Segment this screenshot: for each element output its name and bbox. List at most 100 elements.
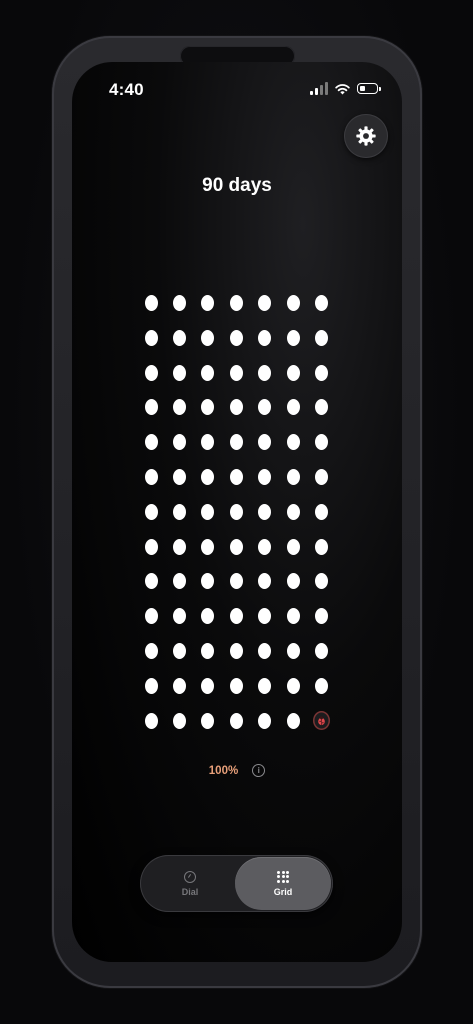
day-dot — [251, 712, 279, 748]
view-toggle: Dial Grid — [140, 855, 333, 912]
day-dot — [251, 364, 279, 400]
day-dot — [251, 503, 279, 539]
day-dot — [137, 434, 165, 469]
progress-percent: 100% — [208, 764, 239, 777]
day-dot-fill — [315, 434, 329, 451]
dial-icon — [184, 870, 196, 883]
day-dot-fill — [286, 573, 300, 590]
day-dot-fill — [173, 642, 187, 659]
day-dot-fill — [201, 364, 215, 381]
day-dot — [222, 364, 250, 400]
day-dot — [222, 434, 250, 469]
day-dot — [222, 712, 250, 748]
day-dot-fill — [315, 608, 329, 625]
day-dot-fill — [286, 538, 300, 555]
day-dot — [251, 608, 279, 643]
day-dot-fill — [144, 642, 158, 659]
day-dot-fill — [201, 399, 215, 416]
grid-icon — [277, 870, 289, 883]
day-dot-fill — [258, 538, 272, 555]
day-dot-fill — [229, 538, 243, 555]
day-dot — [137, 295, 165, 330]
day-dot-fill — [144, 399, 158, 416]
day-dot-fill — [286, 712, 300, 729]
day-dot — [137, 538, 165, 574]
battery-level — [359, 85, 365, 91]
day-dot-fill — [144, 573, 158, 590]
day-dot-fill — [315, 677, 329, 694]
settings-button[interactable] — [344, 114, 388, 158]
day-dot — [137, 329, 165, 365]
day-dot-fill — [173, 538, 187, 555]
day-dot-fill — [144, 434, 158, 451]
day-dot-fill — [201, 608, 215, 625]
day-dot — [307, 399, 335, 434]
day-dot — [137, 677, 165, 713]
day-dot — [251, 468, 279, 504]
day-dot — [222, 503, 250, 539]
day-dot — [137, 364, 165, 400]
wifi-icon — [335, 83, 350, 94]
day-dot — [307, 538, 335, 574]
day-dot — [222, 329, 250, 365]
day-dot — [165, 538, 193, 574]
day-dot — [137, 712, 165, 748]
day-dot-fill — [229, 399, 243, 416]
day-dot — [165, 329, 193, 365]
status-icons — [310, 82, 381, 95]
info-icon[interactable]: i — [252, 764, 266, 777]
day-dot — [279, 468, 307, 504]
day-dot-fill — [286, 608, 300, 625]
day-dot-fill — [144, 468, 158, 485]
day-dot-fill — [144, 712, 158, 729]
day-dot-fill — [229, 468, 243, 485]
day-dot — [279, 712, 307, 748]
day-dot-fill — [258, 712, 272, 729]
day-dot — [279, 399, 307, 434]
day-dot — [165, 434, 193, 469]
day-dot-fill — [173, 573, 187, 590]
day-dot — [165, 468, 193, 504]
status-time: 4:40 — [109, 80, 144, 99]
day-dot — [279, 364, 307, 400]
day-dot-fill — [229, 712, 243, 729]
day-dot — [222, 677, 250, 713]
day-dot-fill — [144, 677, 158, 694]
day-dot-fill — [258, 295, 272, 311]
dial-view-button[interactable]: Dial — [142, 857, 238, 910]
grid-view-button[interactable]: Grid — [235, 857, 331, 910]
day-dot — [279, 538, 307, 574]
day-dot — [194, 677, 222, 713]
day-dot — [307, 573, 335, 608]
day-dot-fill — [258, 329, 272, 346]
day-dot — [251, 434, 279, 469]
day-dot-fill — [173, 608, 187, 625]
day-dot-fill — [315, 503, 329, 520]
day-dot — [194, 295, 222, 330]
day-dot-fill — [315, 364, 329, 381]
day-dot-fill — [286, 468, 300, 485]
day-dot-fill — [201, 642, 215, 659]
day-dot — [194, 712, 222, 748]
day-dot-fill — [173, 295, 187, 311]
day-dot-fill — [201, 538, 215, 555]
day-dot-fill — [258, 364, 272, 381]
day-dot — [307, 295, 335, 330]
day-dot — [251, 677, 279, 713]
day-dot — [165, 573, 193, 608]
day-dot — [307, 364, 335, 400]
day-dot-fill — [173, 503, 187, 520]
day-dot — [307, 468, 335, 504]
day-dot — [165, 399, 193, 434]
day-dot-fill — [201, 503, 215, 520]
day-dot-fill — [201, 573, 215, 590]
day-dot-fill — [315, 399, 329, 416]
day-dot — [194, 399, 222, 434]
day-dot — [222, 538, 250, 574]
day-dot — [307, 434, 335, 469]
day-dot — [165, 642, 193, 678]
day-dot-fill — [258, 503, 272, 520]
day-dot-fill — [286, 295, 300, 311]
day-dot — [279, 434, 307, 469]
day-dot — [251, 399, 279, 434]
